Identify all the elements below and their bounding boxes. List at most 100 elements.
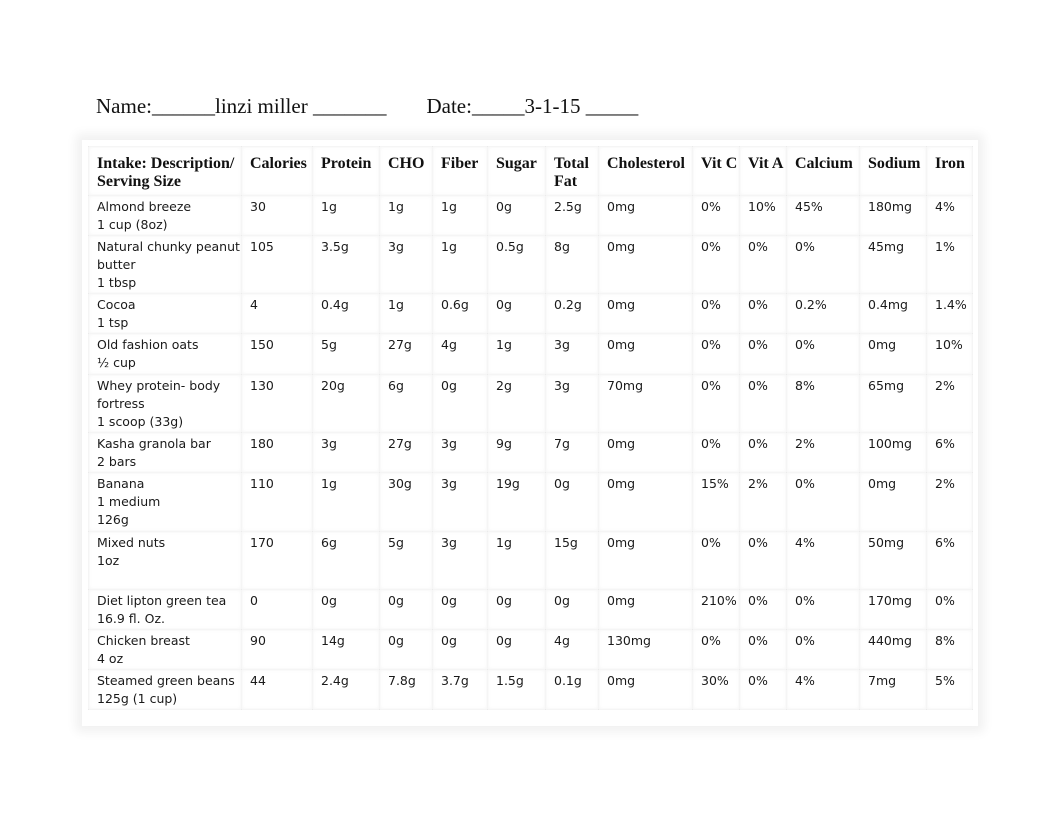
nutrition-table-container: Intake: Description/Serving Size Calories… [82,140,978,726]
cell-protein: 1g [312,195,380,236]
cell-total-fat: 0g [545,472,599,532]
cell-fiber: 3.7g [432,669,488,710]
cell-protein: 6g [312,531,380,590]
cell-sugar: 1g [487,333,546,375]
cell-protein: 2.4g [312,669,380,710]
cell-vit-a: 10% [739,195,787,236]
cell-calcium: 0% [786,472,860,532]
cell-protein: 3.5g [312,235,380,294]
table-row: Banana 1 medium 126g 110 1g 30g 3g 19g 0g 0mg 15% 2… [88,472,973,532]
cell-protein: 1g [312,472,380,532]
cell-cho: 30g [379,472,433,532]
food-description-cell: Kasha granola bar 2 bars [88,432,242,473]
serving-size: 126g [97,512,129,527]
name-blank-suffix: _______ [307,94,387,118]
cell-sodium: 50mg [859,531,927,590]
cell-sodium: 45mg [859,235,927,294]
cell-cholesterol: 0mg [598,293,693,334]
cell-sugar: 0.5g [487,235,546,294]
cell-calories: 150 [241,333,313,375]
table-row: Cocoa 1 tsp 4 0.4g 1g 0.6g 0g 0.2g 0mg 0% 0% 0.2% 0.… [88,293,973,334]
cell-total-fat: 3g [545,333,599,375]
cell-calories: 110 [241,472,313,532]
cell-sodium: 170mg [859,589,927,630]
food-description-cell: Almond breeze 1 cup (8oz) [88,195,242,236]
cell-total-fat: 15g [545,531,599,590]
serving-size: ½ cup [97,355,136,370]
cell-sodium: 440mg [859,629,927,670]
cell-vit-a: 0% [739,333,787,375]
cell-iron: 2% [926,472,973,532]
column-header-vit-a: Vit A [739,146,787,196]
cell-calcium: 0% [786,589,860,630]
cell-total-fat: 4g [545,629,599,670]
cell-fiber: 0g [432,629,488,670]
cell-calcium: 2% [786,432,860,473]
table-row: Old fashion oats ½ cup 150 5g 27g 4g 1g 3g 0mg 0%… [88,333,973,375]
cell-vit-c: 0% [692,531,740,590]
food-name: Diet lipton green tea [97,593,227,608]
cell-cho: 1g [379,293,433,334]
date-blank-prefix: _____ [471,94,525,118]
cell-cho: 27g [379,333,433,375]
cell-calcium: 45% [786,195,860,236]
cell-iron: 8% [926,629,973,670]
table-header-row: Intake: Description/Serving Size Calories… [88,146,973,196]
cell-protein: 20g [312,374,380,433]
cell-fiber: 3g [432,472,488,532]
cell-fiber: 0g [432,589,488,630]
cell-fiber: 4g [432,333,488,375]
cell-cho: 27g [379,432,433,473]
cell-calcium: 0% [786,235,860,294]
cell-vit-a: 0% [739,629,787,670]
serving-size: 4 oz [97,651,124,666]
food-description-cell: Whey protein- body fortress 1 scoop (33g) [88,374,242,433]
food-name: Chicken breast [97,633,190,648]
date-label: Date: [426,94,472,118]
column-header-total-fat: Total Fat [545,146,599,196]
cell-calories: 4 [241,293,313,334]
column-header-vit-c: Vit C [692,146,740,196]
cell-cholesterol: 0mg [598,333,693,375]
cell-sugar: 0g [487,629,546,670]
cell-iron: 6% [926,432,973,473]
cell-sodium: 0.4mg [859,293,927,334]
cell-calories: 130 [241,374,313,433]
cell-cholesterol: 70mg [598,374,693,433]
cell-vit-a: 0% [739,235,787,294]
cell-calcium: 8% [786,374,860,433]
cell-cholesterol: 0mg [598,195,693,236]
cell-total-fat: 0g [545,589,599,630]
cell-vit-a: 0% [739,531,787,590]
cell-calories: 170 [241,531,313,590]
cell-protein: 3g [312,432,380,473]
cell-vit-c: 30% [692,669,740,710]
cell-cho: 1g [379,195,433,236]
table-row: Whey protein- body fortress 1 scoop (33g)… [88,374,973,433]
column-header-cholesterol: Cholesterol [598,146,693,196]
cell-sugar: 0g [487,293,546,334]
cell-iron: 2% [926,374,973,433]
cell-sugar: 0g [487,589,546,630]
cell-vit-c: 0% [692,432,740,473]
cell-vit-c: 0% [692,195,740,236]
serving-size: 1 medium [97,494,161,509]
cell-calcium: 0% [786,333,860,375]
name-label: Name: [96,94,152,118]
cell-total-fat: 7g [545,432,599,473]
serving-size: 1 scoop (33g) [97,414,184,429]
cell-vit-c: 0% [692,333,740,375]
cell-fiber: 1g [432,235,488,294]
cell-cho: 3g [379,235,433,294]
table-row: Diet lipton green tea 16.9 fl. Oz. 0 0g 0g 0g… [88,589,973,630]
date-blank-suffix: _____ [580,94,639,118]
cell-calories: 30 [241,195,313,236]
serving-size: 16.9 fl. Oz. [97,611,165,626]
cell-calcium: 4% [786,531,860,590]
cell-protein: 0.4g [312,293,380,334]
name-value: linzi miller [214,94,308,118]
cell-vit-c: 0% [692,629,740,670]
cell-calories: 180 [241,432,313,473]
food-description-cell: Natural chunky peanut butter 1 tbsp [88,235,242,294]
cell-vit-c: 0% [692,235,740,294]
